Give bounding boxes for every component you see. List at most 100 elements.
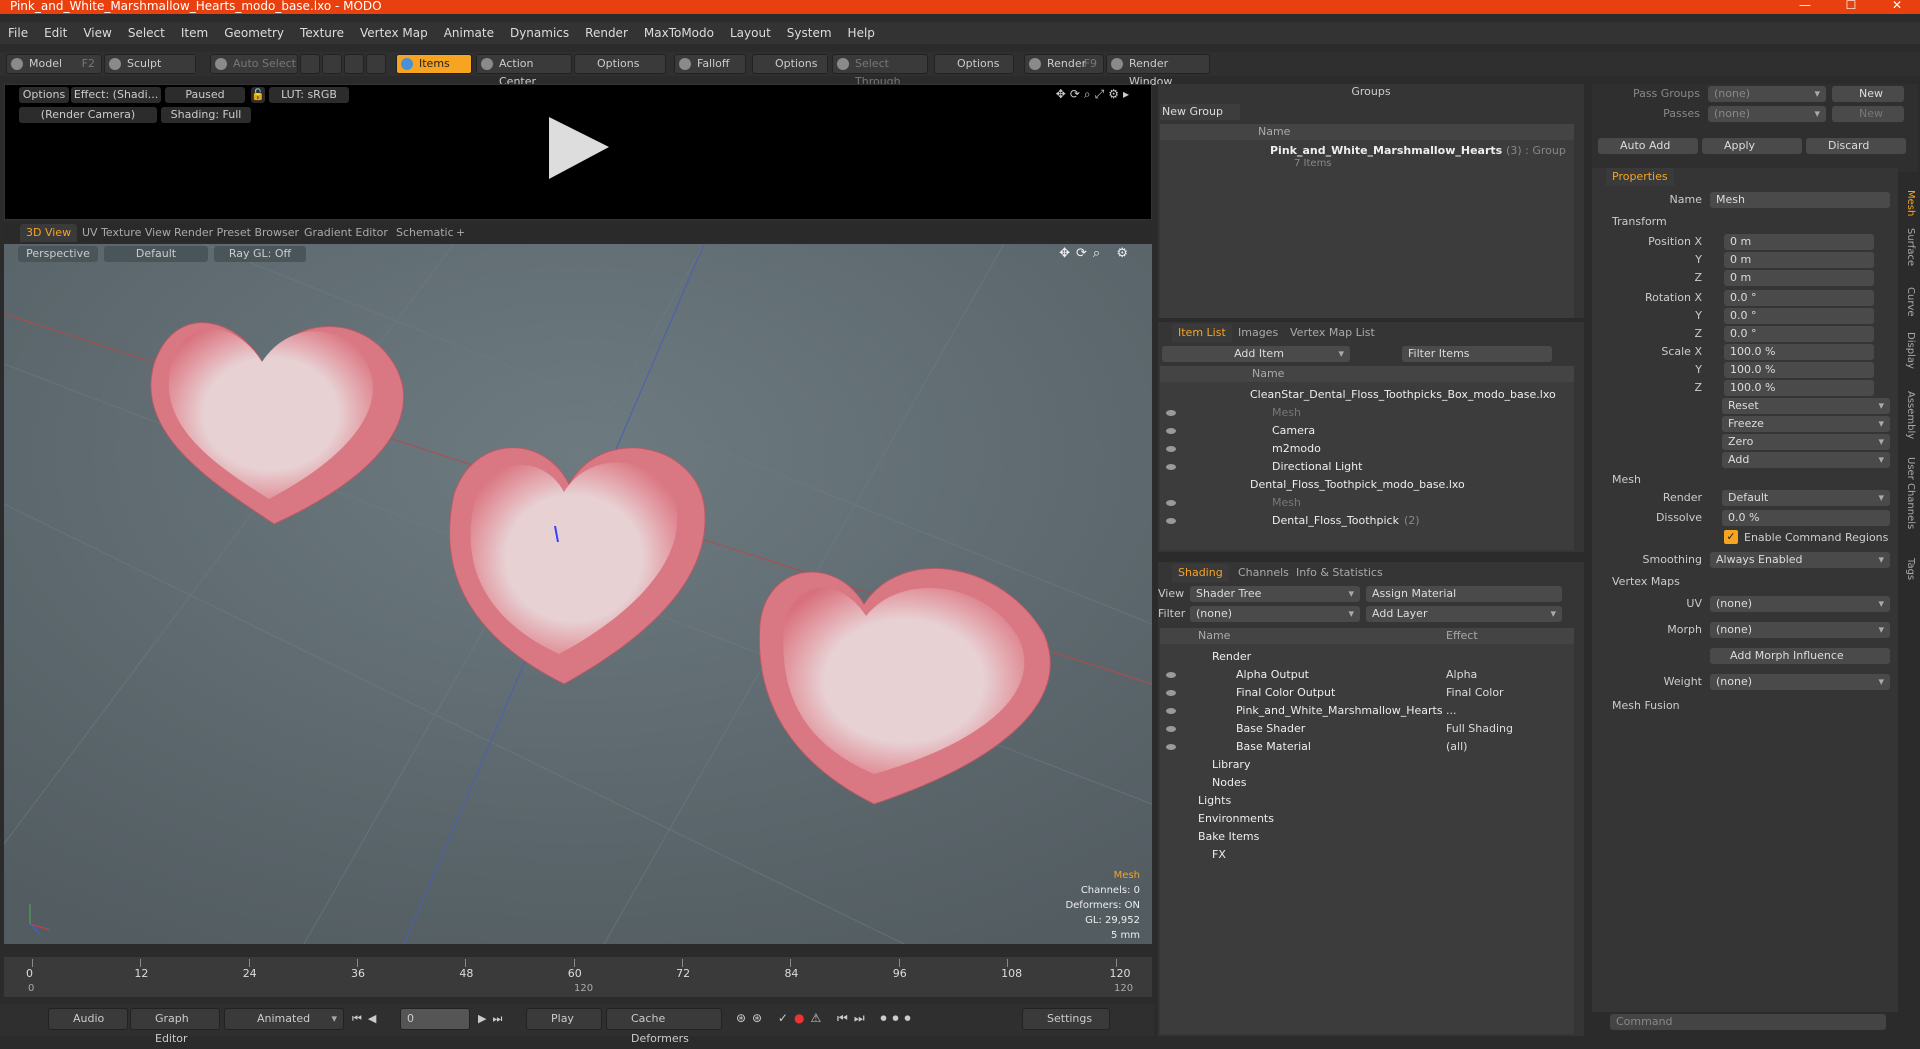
add-morph-influence-button[interactable]: Add Morph Influence [1710, 648, 1890, 664]
rotation-z-input[interactable]: 0.0 ° [1724, 326, 1874, 342]
shader-tree-row-effect[interactable]: (all) [1446, 738, 1467, 756]
polygon-mode-icon[interactable] [344, 54, 364, 74]
shader-tree-row[interactable]: Base Shader Full Shading [1160, 720, 1574, 738]
animated-dropdown[interactable]: Animated [224, 1008, 344, 1030]
position-y-input[interactable]: 0 m [1724, 252, 1874, 268]
scale-x-input[interactable]: 100.0 % [1724, 344, 1874, 360]
mesh-fusion-section[interactable]: Mesh Fusion [1598, 698, 1893, 714]
item-list-row[interactable]: Directional Light [1160, 458, 1574, 476]
visibility-eye-icon[interactable] [1166, 518, 1176, 524]
vertical-tab-tags[interactable]: Tags [1898, 558, 1916, 580]
visibility-eye-icon[interactable] [1166, 708, 1176, 714]
uv-dropdown[interactable]: (none) [1710, 596, 1890, 612]
scale-y-input[interactable]: 100.0 % [1724, 362, 1874, 378]
auto-add-button[interactable]: Auto Add [1598, 138, 1698, 154]
render-dropdown[interactable]: Default [1722, 490, 1890, 506]
visibility-eye-icon[interactable] [1166, 726, 1176, 732]
shader-tree-row[interactable]: FX [1160, 846, 1574, 864]
dissolve-input[interactable]: 0.0 % [1722, 510, 1890, 526]
passes-new-button[interactable]: New [1832, 106, 1904, 122]
morph-dropdown[interactable]: (none) [1710, 622, 1890, 638]
item-list-row[interactable]: Mesh [1160, 404, 1574, 422]
select-options-button[interactable]: Options [934, 54, 1014, 74]
timeline[interactable]: 0 12 24 36 48 60 72 84 96 108 120 0 120 120 [4, 957, 1152, 997]
shader-tree-row[interactable]: Nodes [1160, 774, 1574, 792]
tab-render-preset-browser[interactable]: Render Preset Browser [168, 224, 305, 242]
pass-new-button[interactable]: New [1832, 86, 1904, 102]
shader-tree[interactable]: Name Effect Render Alpha Output Alpha Final… [1160, 628, 1574, 1034]
preview-nav-icons[interactable]: ✥⟳⌕⤢⚙▸ [1056, 87, 1133, 102]
menu-maxtomodo[interactable]: MaxToModo [636, 22, 722, 44]
preview-paused-button[interactable]: Paused [165, 87, 245, 103]
tab-3d-view[interactable]: 3D View [20, 224, 78, 242]
vertex-maps-section[interactable]: Vertex Maps [1598, 574, 1893, 590]
menu-select[interactable]: Select [120, 22, 173, 44]
menu-dynamics[interactable]: Dynamics [502, 22, 577, 44]
lut-dropdown[interactable]: LUT: sRGB [269, 87, 349, 103]
minimize-icon[interactable]: — [1782, 0, 1828, 14]
visibility-eye-icon[interactable] [1166, 500, 1176, 506]
close-icon[interactable]: ✕ [1874, 0, 1920, 14]
maximize-icon[interactable]: ☐ [1828, 0, 1874, 14]
menu-render[interactable]: Render [577, 22, 636, 44]
shader-tree-row[interactable]: Bake Items [1160, 828, 1574, 846]
vertical-tab-curve[interactable]: Curve [1898, 287, 1916, 317]
audio-button[interactable]: Audio [48, 1008, 128, 1030]
shader-tree-row[interactable]: Lights [1160, 792, 1574, 810]
item-list-row[interactable]: Camera [1160, 422, 1574, 440]
tab-item-list[interactable]: Item List [1172, 324, 1232, 342]
item-list-row[interactable]: CleanStar_Dental_Floss_Toothpicks_Box_mo… [1160, 386, 1574, 404]
transport-back-icons[interactable]: ⏮◀ [352, 1012, 382, 1026]
perspective-dropdown[interactable]: Perspective [18, 246, 98, 262]
shader-tree-row-effect[interactable]: Final Color [1446, 684, 1504, 702]
weight-dropdown[interactable]: (none) [1710, 674, 1890, 690]
add-layer-dropdown[interactable]: Add Layer [1366, 606, 1562, 622]
menu-geometry[interactable]: Geometry [216, 22, 292, 44]
filter-dropdown[interactable]: (none) [1190, 606, 1360, 622]
item-list-row[interactable]: Mesh [1160, 494, 1574, 512]
tab-uv-texture-view[interactable]: UV Texture View [76, 224, 177, 242]
preview-effect-dropdown[interactable]: Effect: (Shadi... [71, 87, 161, 103]
viewport-nav-icons[interactable]: ✥⟳⌕ ⚙ [1059, 246, 1134, 261]
transform-section[interactable]: Transform [1598, 214, 1893, 230]
reset-dropdown[interactable]: Reset [1722, 398, 1890, 414]
filter-items-input[interactable]: Filter Items [1402, 346, 1552, 362]
vertical-tab-surface[interactable]: Surface [1898, 228, 1916, 266]
shader-tree-row[interactable]: Final Color Output Final Color [1160, 684, 1574, 702]
group-row-label[interactable]: Pink_and_White_Marshmallow_Hearts (3) : … [1270, 144, 1566, 157]
play-icon[interactable] [545, 113, 615, 183]
smoothing-dropdown[interactable]: Always Enabled [1710, 552, 1890, 568]
menu-help[interactable]: Help [840, 22, 883, 44]
add-item-dropdown[interactable]: Add Item [1162, 346, 1350, 362]
add-dropdown[interactable]: Add [1722, 452, 1890, 468]
lock-icon[interactable]: 🔓 [251, 87, 265, 103]
tab-images[interactable]: Images [1232, 324, 1284, 342]
mesh-section[interactable]: Mesh [1598, 472, 1893, 488]
tab-info-statistics[interactable]: Info & Statistics [1290, 564, 1389, 582]
raygl-dropdown[interactable]: Ray GL: Off [214, 246, 306, 262]
camera-dropdown[interactable]: (Render Camera) [19, 107, 157, 123]
apply-button[interactable]: Apply [1702, 138, 1802, 154]
shader-tree-row[interactable]: Alpha Output Alpha [1160, 666, 1574, 684]
vertical-tab-user-channels[interactable]: User Channels [1898, 457, 1916, 529]
menu-item[interactable]: Item [173, 22, 216, 44]
enable-command-regions-checkbox[interactable]: ✓ [1724, 530, 1738, 544]
shading-dropdown[interactable]: Shading: Full [161, 107, 251, 123]
assign-material-button[interactable]: Assign Material [1366, 586, 1562, 602]
scale-z-input[interactable]: 100.0 % [1724, 380, 1874, 396]
graph-editor-button[interactable]: Graph Editor [130, 1008, 220, 1045]
rotation-x-input[interactable]: 0.0 ° [1724, 290, 1874, 306]
shader-tree-row-effect[interactable]: Alpha [1446, 666, 1477, 684]
3d-viewport[interactable]: Perspective Default Ray GL: Off ✥⟳⌕ ⚙ Me… [4, 244, 1152, 944]
menu-system[interactable]: System [779, 22, 840, 44]
menu-vertex-map[interactable]: Vertex Map [352, 22, 436, 44]
add-tab-icon[interactable]: + [450, 224, 471, 242]
item-list-row[interactable]: m2modo [1160, 440, 1574, 458]
style-dropdown[interactable]: Default [104, 246, 208, 262]
tab-channels[interactable]: Channels [1232, 564, 1295, 582]
position-z-input[interactable]: 0 m [1724, 270, 1874, 286]
visibility-eye-icon[interactable] [1166, 744, 1176, 750]
discard-button[interactable]: Discard [1806, 138, 1906, 154]
cache-deformers-button[interactable]: Cache Deformers [606, 1008, 722, 1045]
position-x-input[interactable]: 0 m [1724, 234, 1874, 250]
